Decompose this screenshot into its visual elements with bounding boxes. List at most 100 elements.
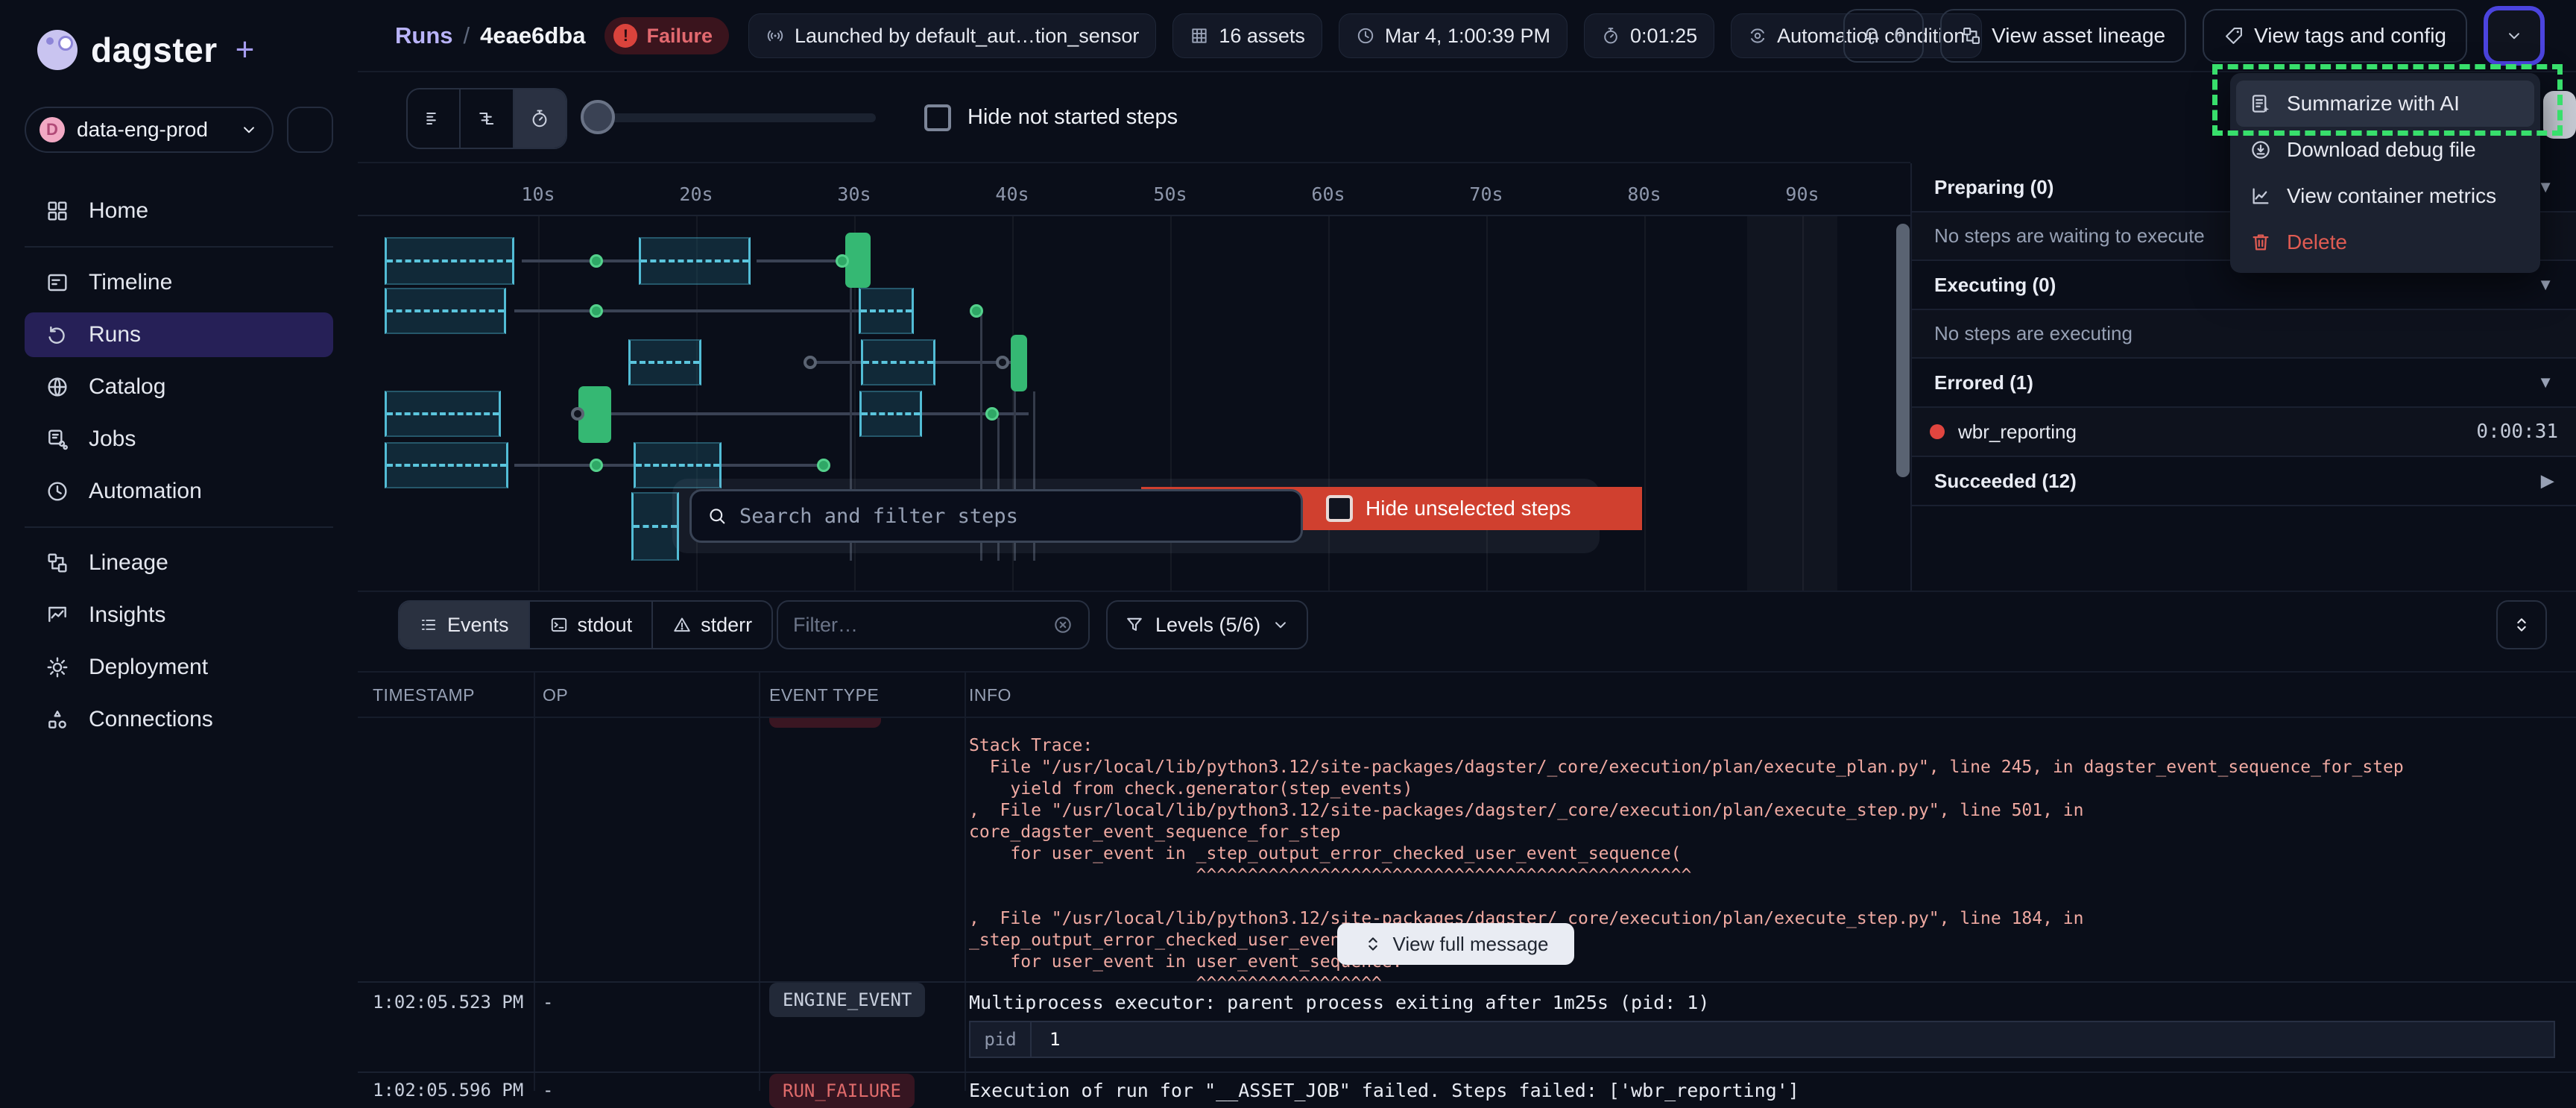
run-tag-label: 16 assets bbox=[1219, 25, 1305, 48]
sidebar-item-connections[interactable]: Connections bbox=[25, 697, 333, 742]
menu-item-delete[interactable]: Delete bbox=[2236, 219, 2534, 265]
view-tags-config-button[interactable]: View tags and config bbox=[2203, 9, 2467, 63]
lineage-icon bbox=[45, 551, 69, 575]
run-tag-pill[interactable]: Mar 4, 1:00:39 PM bbox=[1339, 13, 1568, 58]
metadata-key: pid bbox=[970, 1022, 1032, 1057]
log-info: Multiprocess executor: parent process ex… bbox=[969, 992, 1709, 1013]
gantt-step-bar[interactable] bbox=[639, 237, 751, 285]
gantt-step-bar[interactable] bbox=[385, 237, 514, 285]
axis-tick: 30s bbox=[837, 183, 871, 205]
topbar: Runs / 4eae6dba ! Failure Launched by de… bbox=[0, 0, 2576, 72]
log-op: - bbox=[543, 992, 553, 1013]
levels-filter-button[interactable]: Levels (5/6) bbox=[1106, 600, 1308, 649]
waterfall-view-button[interactable] bbox=[461, 89, 514, 148]
gantt-step-bar[interactable] bbox=[385, 391, 501, 437]
gantt-step-bar[interactable] bbox=[859, 288, 914, 334]
gantt-step-bar[interactable] bbox=[1011, 335, 1027, 391]
gantt-connector-line bbox=[514, 464, 634, 467]
gantt-gridline bbox=[538, 216, 540, 591]
collapse-sidebar-button[interactable] bbox=[287, 107, 333, 153]
gantt-connector-dot bbox=[817, 459, 830, 472]
sidebar-item-runs[interactable]: Runs bbox=[25, 312, 333, 357]
gantt-connector-line bbox=[522, 259, 639, 262]
panel-section-title: Errored (1) bbox=[1934, 371, 2033, 394]
chevron-down-icon bbox=[239, 120, 259, 139]
deployment-selector[interactable]: D data-eng-prod bbox=[25, 107, 274, 153]
metadata-value: 1 bbox=[1032, 1022, 1078, 1057]
column-header-timestamp: TIMESTAMP bbox=[373, 685, 475, 705]
sidebar-item-home[interactable]: Home bbox=[25, 189, 333, 233]
hide-not-started-checkbox[interactable] bbox=[924, 104, 951, 131]
sidebar-item-insights[interactable]: Insights bbox=[25, 593, 333, 638]
status-badge: ! Failure bbox=[604, 17, 729, 54]
view-full-message-button[interactable]: View full message bbox=[1337, 923, 1574, 965]
panel-section-title: Executing (0) bbox=[1934, 274, 2056, 297]
gantt-step-bar[interactable] bbox=[628, 339, 701, 385]
tab-stderr[interactable]: stderr bbox=[653, 602, 771, 648]
gantt-step-bar[interactable] bbox=[859, 391, 922, 437]
zoom-slider-thumb[interactable] bbox=[581, 100, 615, 134]
sidebar-item-automation[interactable]: Automation bbox=[25, 469, 333, 514]
clear-filter-icon[interactable] bbox=[1052, 614, 1073, 635]
tab-events[interactable]: Events bbox=[400, 602, 530, 648]
menu-item-view-container-metrics[interactable]: View container metrics bbox=[2236, 173, 2534, 219]
sidebar-item-label: Automation bbox=[89, 479, 202, 504]
sidebar-item-jobs[interactable]: Jobs bbox=[25, 417, 333, 462]
timeline-icon bbox=[45, 271, 69, 295]
breadcrumb-separator: / bbox=[464, 22, 470, 49]
run-tag-pill[interactable]: Launched by default_aut…tion_sensor bbox=[748, 13, 1156, 58]
warning-icon bbox=[672, 615, 692, 635]
sidebar: dagster + D data-eng-prod HomeTimelineRu… bbox=[0, 0, 358, 1091]
clock-icon bbox=[1356, 26, 1375, 45]
expand-log-panel-button[interactable] bbox=[2496, 600, 2547, 649]
alerts-button[interactable]: 0 bbox=[1843, 9, 1924, 63]
column-header-info: INFO bbox=[969, 685, 1011, 705]
timed-view-button[interactable] bbox=[514, 89, 566, 148]
panel-section-header[interactable]: Errored (1)▼ bbox=[1912, 359, 2576, 408]
gantt-step-bar[interactable] bbox=[385, 442, 508, 488]
search-icon bbox=[707, 506, 727, 526]
automation-icon bbox=[45, 479, 69, 503]
chevron-down-icon bbox=[1271, 615, 1290, 635]
run-tag-pill[interactable]: 16 assets bbox=[1172, 13, 1322, 58]
step-name: wbr_reporting bbox=[1958, 421, 2463, 444]
updown-chevrons-icon bbox=[2511, 614, 2532, 635]
tab-label: stderr bbox=[701, 614, 752, 637]
status-badge-label: Failure bbox=[646, 25, 713, 48]
zoom-slider-track[interactable] bbox=[589, 113, 876, 122]
sidebar-item-catalog[interactable]: Catalog bbox=[25, 365, 333, 409]
gantt-scrollbar[interactable] bbox=[1896, 224, 1910, 477]
sidebar-item-lineage[interactable]: Lineage bbox=[25, 541, 333, 585]
panel-section-header[interactable]: Succeeded (12)▶ bbox=[1912, 457, 2576, 506]
view-asset-lineage-button[interactable]: View asset lineage bbox=[1940, 9, 2186, 63]
gantt-right-band bbox=[1747, 216, 1837, 591]
flat-view-button[interactable] bbox=[408, 89, 461, 148]
gantt-time-axis: 10s20s30s40s50s60s70s80s90s bbox=[358, 163, 1910, 216]
hide-unselected-checkbox[interactable] bbox=[1326, 495, 1353, 522]
log-metadata-table: pid 1 bbox=[969, 1021, 2555, 1058]
gantt-step-bar[interactable] bbox=[845, 233, 871, 288]
run-actions-menu-button[interactable] bbox=[2484, 6, 2545, 66]
view-tags-config-label: View tags and config bbox=[2254, 24, 2446, 48]
gantt-step-bar[interactable] bbox=[385, 288, 506, 334]
menu-item-label: Delete bbox=[2287, 230, 2347, 254]
deployment-icon bbox=[45, 655, 69, 679]
panel-step-row[interactable]: wbr_reporting 0:00:31 bbox=[1912, 408, 2576, 457]
download-icon bbox=[2250, 139, 2272, 161]
sidebar-item-timeline[interactable]: Timeline bbox=[25, 260, 333, 305]
gantt-step-bar[interactable] bbox=[861, 339, 935, 385]
hide-not-started-label: Hide not started steps bbox=[967, 105, 1178, 130]
menu-item-label: View container metrics bbox=[2287, 184, 2496, 208]
sensor-icon bbox=[765, 26, 785, 45]
step-duration: 0:00:31 bbox=[2476, 421, 2558, 443]
view-asset-lineage-label: View asset lineage bbox=[1992, 24, 2165, 48]
step-search-input[interactable]: Search and filter steps bbox=[689, 489, 1303, 543]
run-tag-pill[interactable]: 0:01:25 bbox=[1584, 13, 1714, 58]
alerts-count: 0 bbox=[1894, 25, 1906, 48]
tab-stdout[interactable]: stdout bbox=[530, 602, 654, 648]
sidebar-item-deployment[interactable]: Deployment bbox=[25, 645, 333, 690]
breadcrumb-runs-link[interactable]: Runs bbox=[395, 22, 453, 49]
log-timestamp: 1:02:05.596 PM bbox=[373, 1080, 523, 1101]
gantt-connector-dot bbox=[996, 356, 1009, 369]
log-filter-input[interactable]: Filter… bbox=[777, 600, 1090, 649]
